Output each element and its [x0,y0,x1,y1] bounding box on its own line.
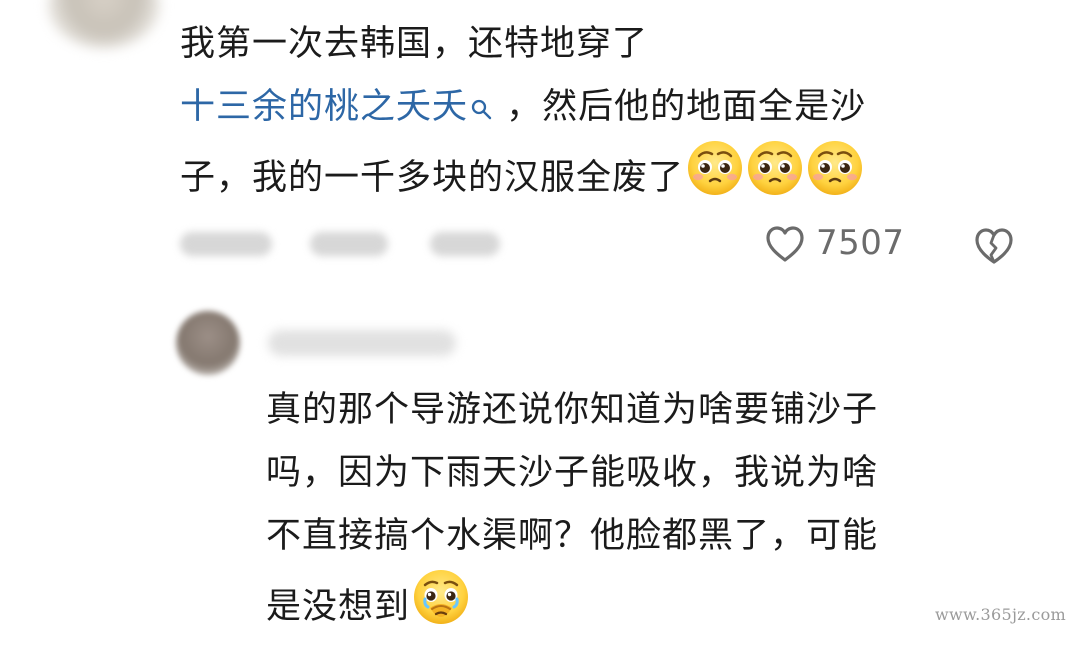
comment-text-3: 子，我的一千多块的汉服全废了 [180,158,685,198]
reply-username-blurred[interactable] [268,330,456,356]
top-commenter-avatar[interactable] [48,0,160,48]
heart-outline-icon[interactable] [762,222,808,264]
like-count: 7507 [816,223,905,263]
comment-text-2: ，然后他的地面全是沙 [506,87,867,127]
reply-line-2: 吗，因为下雨天沙子能吸收，我说为啥 [266,453,879,493]
blurred-meta-text [430,232,500,256]
holding-back-tears-emoji [412,568,470,626]
reply-body: 真的那个导游还说你知道为啥要铺沙子 吗，因为下雨天沙子能吸收，我说为啥 不直接搞… [266,379,1056,639]
blurred-meta-text [310,232,388,256]
like-button[interactable]: 7507 [762,221,905,265]
reply-avatar[interactable] [176,311,240,375]
topic-link[interactable]: 十三余的桃之夭夭 [180,87,506,127]
pleading-face-emoji [746,139,804,197]
search-icon [470,80,494,120]
comment-text-1: 我第一次去韩国，还特地穿了 [180,24,649,64]
broken-heart-outline-icon[interactable] [970,223,1018,267]
reply-line-1: 真的那个导游还说你知道为啥要铺沙子 [266,390,879,430]
top-comment-body: 我第一次去韩国，还特地穿了 十三余的桃之夭夭 ，然后他的地面全是沙 子，我的一千… [180,13,1040,210]
blurred-meta-text [180,232,272,256]
comment-meta-row: 7507 [180,215,1050,269]
pleading-face-emoji [806,139,864,197]
comment-line-1: 我第一次去韩国，还特地穿了 [180,13,1040,76]
reply-line-3: 不直接搞个水渠啊？他脸都黑了，可能 [266,516,879,556]
reply-text-4: 是没想到 [266,587,411,627]
comment-line-2: 十三余的桃之夭夭 ，然后他的地面全是沙 [180,76,1040,139]
site-watermark: www.365jz.com [935,605,1066,624]
comment-line-3: 子，我的一千多块的汉服全废了 [180,139,1040,210]
topic-link-text[interactable]: 十三余的桃之夭夭 [180,87,468,127]
pleading-face-emoji [686,139,744,197]
reply-line-4: 是没想到 [266,568,1056,639]
